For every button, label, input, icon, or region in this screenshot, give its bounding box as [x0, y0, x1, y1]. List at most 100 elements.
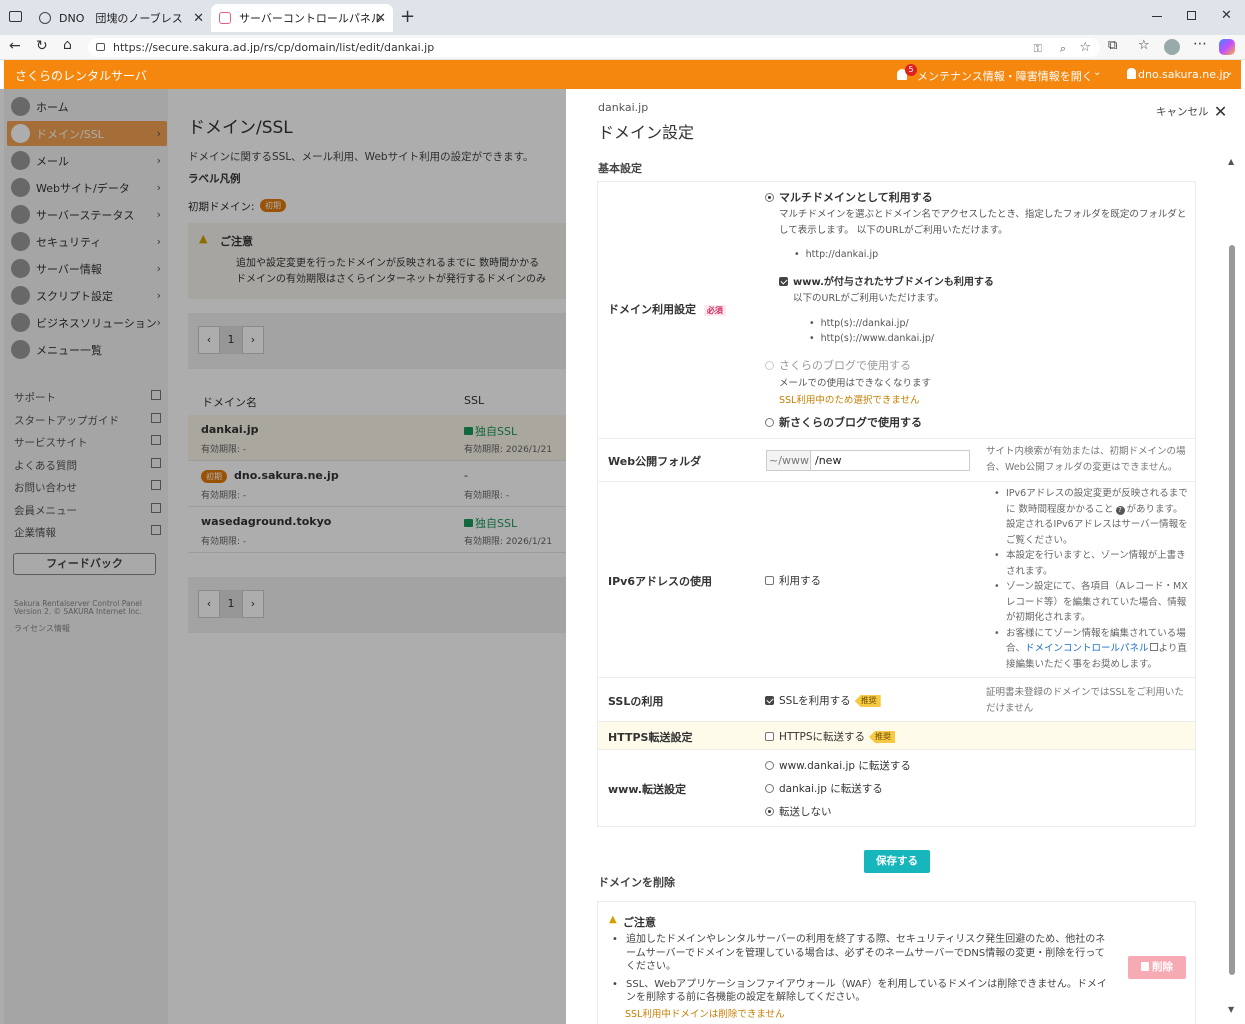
close-tab-icon[interactable]: ✕ [375, 11, 386, 26]
row-divider [598, 438, 1195, 439]
url-item: • http(s)://www.dankai.jp/ [809, 333, 935, 344]
panel-domain: dankai.jp [598, 101, 649, 114]
web-folder-input[interactable]: /new [810, 450, 970, 471]
field-label: IPv6アドレスの使用 [608, 575, 712, 588]
extensions-icon[interactable]: ⧉ [1108, 38, 1117, 53]
maintenance-info-link[interactable]: メンテナンス情報・障害情報を開く [917, 68, 1093, 84]
favorites-icon[interactable]: ☆ [1138, 38, 1150, 53]
save-button[interactable]: 保存する [864, 850, 930, 873]
globe-icon [39, 12, 51, 24]
tab-title: サーバーコントロールパネル [239, 12, 382, 25]
cancel-label: キャンセル [1156, 106, 1209, 118]
delete-notice-item: SSL、Webアプリケーションファイアウォール（WAF）を利用しているドメインは… [626, 978, 1107, 1004]
field-label: www.転送設定 [608, 783, 686, 796]
url-field[interactable]: https://secure.sakura.ad.jp/rs/cp/domain… [88, 38, 1100, 57]
tab-actions-icon[interactable] [9, 11, 22, 22]
copilot-icon[interactable] [1219, 39, 1235, 55]
chevron-down-icon: ⌄ [1225, 67, 1234, 78]
browser-address-bar: ← ↻ ⌂ https://secure.sakura.ad.jp/rs/cp/… [0, 35, 1245, 60]
browser-tab-dno[interactable]: DNO 団塊のノーブレス・オブリージュ ✕ [31, 4, 211, 32]
ssl-note: 証明書未登録のドメインではSSLをご利用いただけません [986, 687, 1184, 714]
radio-button[interactable] [765, 418, 774, 427]
notification-count-badge: 5 [905, 64, 917, 76]
domain-settings-panel: dankai.jp ドメイン設定 キャンセル ✕ 基本設定 ドメイン利用設定 必… [566, 89, 1241, 1024]
reload-icon[interactable]: ↻ [36, 38, 48, 54]
checkbox-ipv6[interactable]: 利用する [765, 573, 821, 588]
checkbox-ssl[interactable]: SSLを利用する 推奨 [765, 693, 881, 708]
favorite-star-icon[interactable]: ☆ [1079, 38, 1091, 57]
delete-button[interactable]: 削除 [1128, 956, 1186, 979]
radio-new-sakura-blog[interactable]: 新さくらのブログで使用する [765, 414, 922, 430]
radio-button[interactable] [765, 784, 774, 793]
checkbox-https[interactable]: HTTPSに転送する 推奨 [765, 729, 896, 744]
url-item: • http(s)://dankai.jp/ [809, 318, 909, 329]
app-header: さくらのレンタルサーバ 5 メンテナンス情報・障害情報を開く ⌄ dno.sak… [4, 60, 1241, 89]
sakura-favicon-icon [219, 12, 231, 24]
section-title: ドメインを削除 [598, 876, 675, 889]
blog-warning: SSL利用中のため選択できません [779, 395, 920, 406]
url-item: • http://dankai.jp [794, 249, 879, 260]
scrollbar-thumb[interactable] [1229, 245, 1235, 975]
browser-tab-bar: DNO 団塊のノーブレス・オブリージュ ✕ サーバーコントロールパネル ✕ + … [0, 0, 1245, 35]
external-link-icon [1149, 643, 1158, 651]
radio-sakura-blog[interactable]: さくらのブログで使用する [765, 357, 911, 373]
radio-button[interactable] [765, 761, 774, 770]
key-icon[interactable]: ⚿ [1034, 39, 1042, 58]
help-icon[interactable]: ? [1115, 505, 1125, 515]
field-label: SSLの利用 [608, 695, 664, 708]
radio-no-redirect[interactable]: 転送しない [765, 804, 832, 819]
radio-multi-domain[interactable]: マルチドメインとして利用する [765, 189, 933, 205]
brand-logo[interactable]: さくらのレンタルサーバ [15, 67, 147, 84]
delete-warning: SSL利用中ドメインは削除できません [625, 1009, 785, 1020]
new-tab-icon[interactable]: + [400, 6, 415, 27]
radio-redirect-www[interactable]: www.dankai.jp に転送する [765, 758, 911, 773]
scroll-up-icon[interactable]: ▲ [1228, 157, 1234, 166]
delete-notice-item: 追加したドメインやレンタルサーバーの利用を終了する際、セキュリティリスク発生回避… [626, 934, 1106, 972]
radio-button[interactable] [765, 361, 774, 370]
row-divider [598, 481, 1195, 482]
row-divider [598, 677, 1195, 678]
profile-avatar[interactable] [1164, 39, 1180, 55]
field-label: Web公開フォルダ [608, 455, 702, 468]
site-info-icon[interactable] [96, 43, 105, 51]
checkbox[interactable] [765, 576, 774, 585]
checkbox-www-subdomain[interactable]: www.が付与されたサブドメインも利用する [779, 273, 994, 288]
panel-title: ドメイン設定 [598, 123, 695, 142]
recommended-badge: 推奨 [854, 695, 881, 707]
account-menu[interactable]: dno.sakura.ne.jp [1138, 68, 1230, 81]
close-tab-icon[interactable]: ✕ [193, 11, 204, 26]
blog-description: メールでの使用はできなくなります [779, 378, 932, 389]
section-title: 基本設定 [598, 162, 642, 175]
scrollbar[interactable]: ▲ ▼ [1226, 157, 1238, 1019]
scroll-down-icon[interactable]: ▼ [1228, 1005, 1234, 1014]
close-window-icon[interactable]: ✕ [1221, 8, 1232, 23]
warning-icon: ▲ [609, 914, 617, 925]
user-icon [1127, 68, 1136, 79]
checkbox[interactable] [765, 696, 774, 705]
ipv6-notes: • IPv6アドレスの設定変更が反映されるまでに 数時間程度かかること? があります… [994, 488, 1188, 670]
modal-overlay[interactable] [0, 89, 566, 1024]
more-menu-icon[interactable]: ⋯ [1193, 36, 1207, 52]
maximize-icon[interactable] [1187, 11, 1196, 20]
trash-icon [1141, 962, 1149, 971]
cancel-button[interactable]: キャンセル ✕ [1156, 102, 1227, 121]
radio-button[interactable] [765, 193, 774, 202]
checkbox[interactable] [779, 277, 788, 286]
tab-title: DNO 団塊のノーブレス・オブリージュ [59, 12, 187, 25]
radio-button[interactable] [765, 807, 774, 816]
required-badge: 必須 [703, 305, 726, 316]
domain-control-panel-link[interactable]: ドメインコントロールパネル [1025, 643, 1149, 654]
back-icon[interactable]: ← [9, 38, 21, 54]
browser-tab-control-panel[interactable]: サーバーコントロールパネル ✕ [211, 4, 393, 32]
field-label: ドメイン利用設定 必須 [608, 301, 726, 317]
multi-domain-description: マルチドメインを選ぶとドメイン名でアクセスしたとき、指定したフォルダを既定のフォ… [779, 209, 1187, 236]
checkbox[interactable] [765, 732, 774, 741]
delete-notice-title: ご注意 [623, 916, 656, 929]
home-icon[interactable]: ⌂ [63, 37, 72, 53]
zoom-icon[interactable]: ⌕ [1060, 39, 1066, 58]
folder-prefix: ~/www [766, 450, 811, 471]
field-label: HTTPS転送設定 [608, 731, 693, 744]
minimize-icon[interactable] [1152, 16, 1162, 17]
radio-redirect-bare[interactable]: dankai.jp に転送する [765, 781, 883, 796]
folder-note: サイト内検索が有効または、初期ドメインの場合、Web公開フォルダの変更はできませ… [986, 446, 1186, 473]
